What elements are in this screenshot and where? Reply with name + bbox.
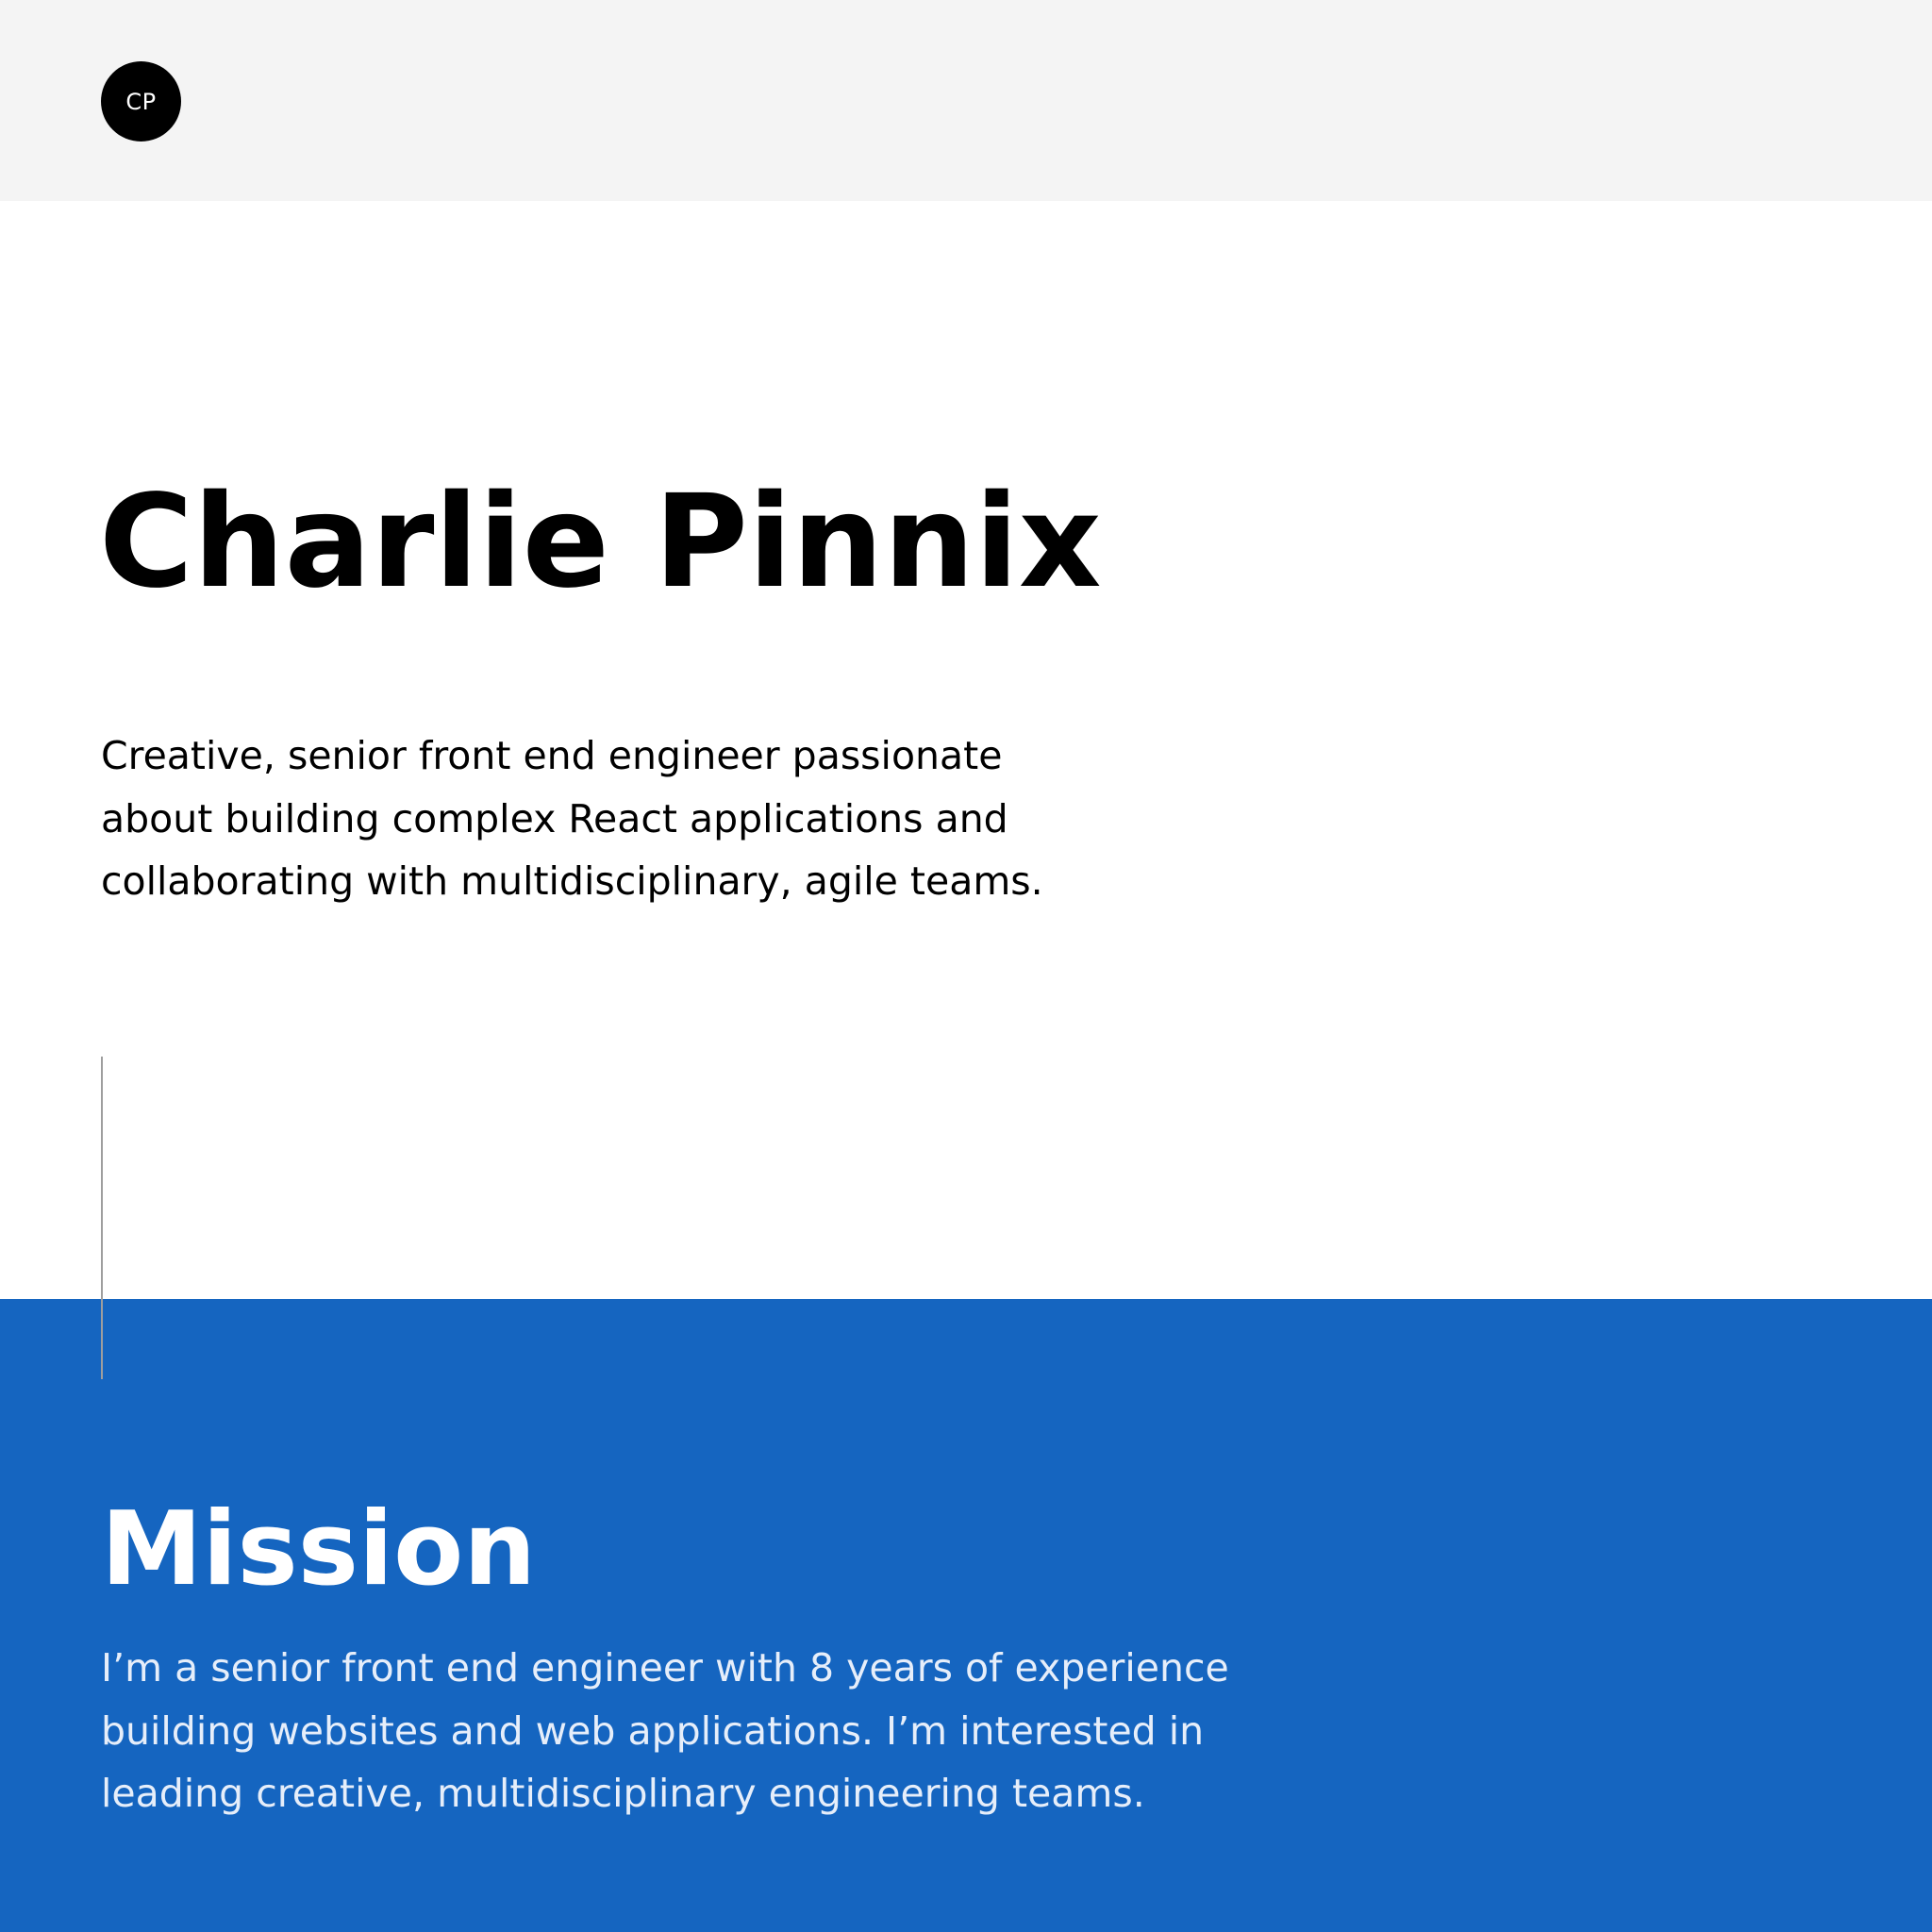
mission-heading: Mission <box>101 1491 537 1608</box>
hero-description: Creative, senior front end engineer pass… <box>101 733 1043 904</box>
mission-description: I’m a senior front end engineer with 8 y… <box>101 1645 1229 1816</box>
vertical-divider <box>101 1057 103 1379</box>
hero-name-heading: Charlie Pinnix <box>99 468 1102 617</box>
logo-home-link[interactable]: CP <box>101 61 181 142</box>
site-header: CP <box>0 0 1932 201</box>
